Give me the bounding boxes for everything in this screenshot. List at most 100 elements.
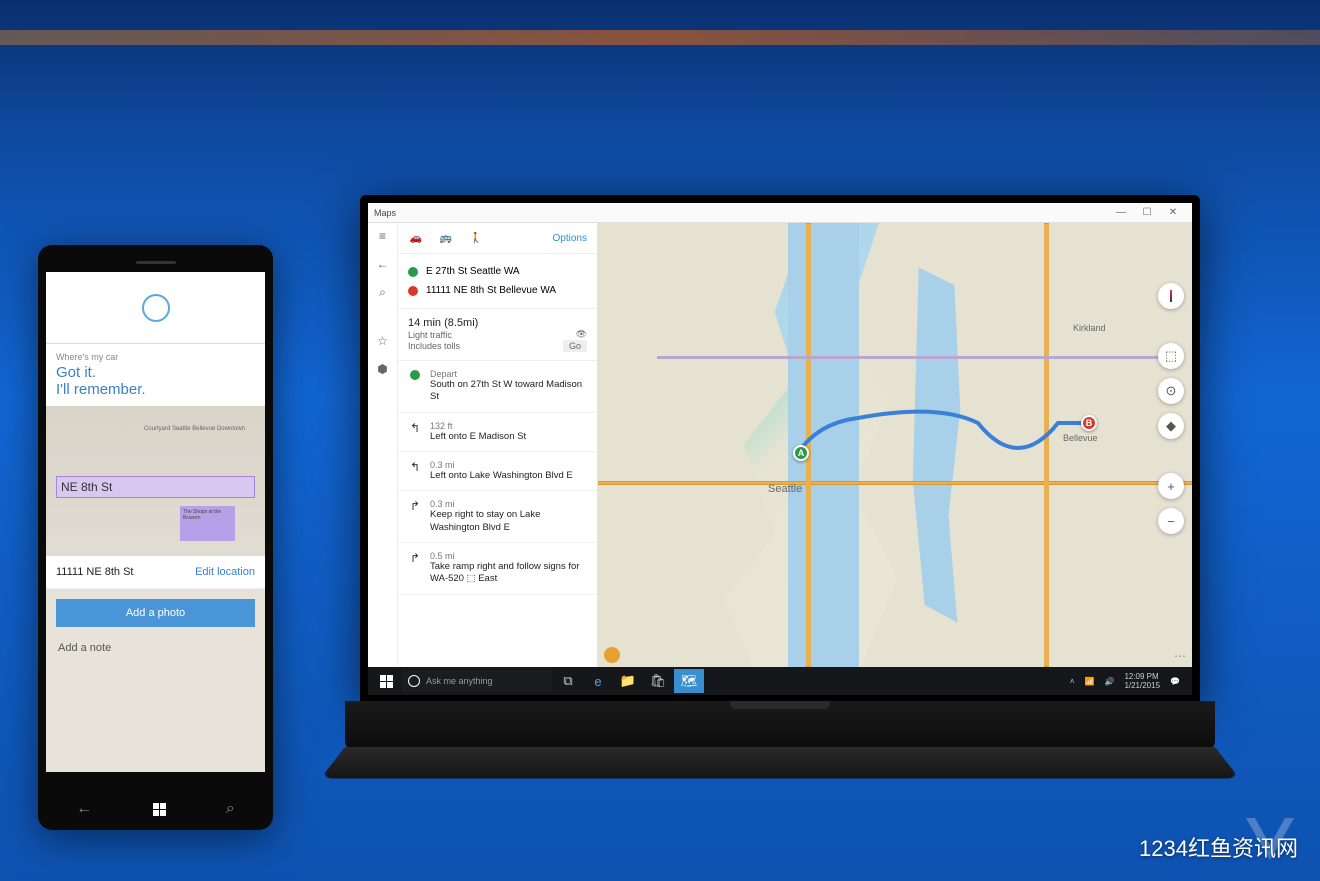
system-tray: ˄ 📶 🔊 12:09 PM 1/21/2015 💬 bbox=[1070, 672, 1188, 690]
step-distance: 132 ft bbox=[430, 421, 526, 431]
maximize-button[interactable]: ☐ bbox=[1134, 207, 1160, 218]
depart-icon bbox=[408, 369, 422, 404]
location-address: 11111 NE 8th St bbox=[56, 566, 133, 578]
from-row[interactable]: E 27th St Seattle WA bbox=[408, 262, 587, 281]
explorer-icon[interactable]: 📁 bbox=[614, 669, 642, 693]
tolls-text: Includes tolls bbox=[408, 341, 460, 351]
direction-step[interactable]: DepartSouth on 27th St W toward Madison … bbox=[398, 361, 597, 413]
favorites-icon[interactable]: ☆ bbox=[377, 334, 388, 348]
laptop-device: Maps ― ☐ ✕ ≡ ← ⌕ ☆ ⬢ 🚗 🚌 🚶 bbox=[345, 195, 1215, 807]
step-instruction: South on 27th St W toward Madison St bbox=[430, 379, 587, 404]
location-row: 11111 NE 8th St Edit location bbox=[46, 556, 265, 589]
cortana-icon bbox=[408, 675, 420, 687]
tray-volume-icon[interactable]: 🔊 bbox=[1104, 677, 1114, 686]
traffic-text: Light traffic bbox=[408, 330, 452, 340]
go-button[interactable]: Go bbox=[563, 340, 587, 352]
travel-modes: 🚗 🚌 🚶 Options bbox=[398, 223, 597, 254]
cortana-answer-2: I'll remember. bbox=[56, 381, 255, 398]
step-instruction: Left onto Lake Washington Blvd E bbox=[430, 470, 573, 482]
phone-map[interactable]: Courtyard Seattle Bellevue Downtown NE 8… bbox=[46, 406, 265, 556]
edit-location-link[interactable]: Edit location bbox=[195, 566, 255, 578]
map-style-button[interactable]: ⬚ bbox=[1158, 343, 1184, 369]
map-menu-icon[interactable]: ⋯ bbox=[1174, 649, 1186, 663]
map-pin-a[interactable]: A bbox=[793, 445, 809, 461]
add-photo-button[interactable]: Add a photo bbox=[56, 599, 255, 627]
zoom-in-button[interactable]: + bbox=[1158, 473, 1184, 499]
close-button[interactable]: ✕ bbox=[1160, 207, 1186, 218]
search-icon[interactable]: ⌕ bbox=[379, 285, 386, 300]
point-a-icon bbox=[408, 267, 418, 277]
menu-icon[interactable]: ≡ bbox=[379, 229, 386, 243]
back-icon[interactable]: ← bbox=[76, 800, 92, 818]
ie-icon[interactable]: e bbox=[584, 669, 612, 693]
map-poi-label: Courtyard Seattle Bellevue Downtown bbox=[144, 426, 245, 432]
turn-icon: ↱ bbox=[408, 499, 422, 534]
compass-icon[interactable] bbox=[1158, 283, 1184, 309]
phone-speaker bbox=[136, 261, 176, 264]
tray-network-icon[interactable]: 📶 bbox=[1085, 677, 1095, 686]
direction-step[interactable]: ↰ 132 ftLeft onto E Madison St bbox=[398, 413, 597, 452]
user-avatar-icon[interactable] bbox=[604, 647, 620, 663]
search-icon[interactable]: ⌕ bbox=[226, 800, 235, 818]
step-distance: 0.3 mi bbox=[430, 499, 587, 509]
route-endpoints: E 27th St Seattle WA 11111 NE 8th St Bel… bbox=[398, 254, 597, 309]
city-seattle: Seattle bbox=[768, 483, 802, 495]
turn-icon: ↱ bbox=[408, 551, 422, 586]
route-summary[interactable]: 14 min (8.5mi) Light traffic👁 Includes t… bbox=[398, 309, 597, 361]
from-text: E 27th St Seattle WA bbox=[426, 266, 520, 277]
cortana-header bbox=[46, 272, 265, 344]
nav-rail: ≡ ← ⌕ ☆ ⬢ bbox=[368, 223, 398, 667]
cortana-answer-1: Got it. bbox=[56, 364, 255, 381]
to-row[interactable]: 11111 NE 8th St Bellevue WA bbox=[408, 281, 587, 300]
cortana-search-box[interactable]: Ask me anything bbox=[402, 670, 552, 692]
direction-step[interactable]: ↱0.5 miTake ramp right and follow signs … bbox=[398, 543, 597, 595]
direction-step[interactable]: ↱ 0.3 miKeep right to stay on Lake Washin… bbox=[398, 491, 597, 543]
phone-screen: Where's my car Got it. I'll remember. Co… bbox=[46, 272, 265, 772]
map-pin-b[interactable]: B bbox=[1081, 415, 1097, 431]
details-icon[interactable]: 👁 bbox=[576, 329, 587, 340]
cortana-icon[interactable] bbox=[142, 294, 170, 322]
step-distance: Depart bbox=[430, 369, 587, 379]
maps-taskbar-icon[interactable]: 🗺 bbox=[674, 669, 704, 693]
window-title: Maps bbox=[374, 208, 1108, 218]
3d-icon[interactable]: ⬢ bbox=[377, 362, 387, 376]
start-button[interactable] bbox=[372, 669, 400, 693]
phone-navbar: ← ⌕ bbox=[46, 793, 265, 825]
taskbar-clock[interactable]: 12:09 PM 1/21/2015 bbox=[1124, 672, 1160, 690]
store-icon[interactable]: 🛍 bbox=[644, 669, 672, 693]
phone-poi-bubble: The Shops at the Bravern bbox=[180, 506, 235, 541]
route-line bbox=[598, 223, 1192, 667]
options-link[interactable]: Options bbox=[553, 233, 587, 244]
to-text: 11111 NE 8th St Bellevue WA bbox=[426, 285, 556, 296]
mode-walk-icon[interactable]: 🚶 bbox=[468, 231, 484, 245]
tilt-button[interactable]: ◆ bbox=[1158, 413, 1184, 439]
mode-transit-icon[interactable]: 🚌 bbox=[438, 231, 454, 245]
minimize-button[interactable]: ― bbox=[1108, 207, 1134, 218]
directions-back-icon[interactable]: ← bbox=[377, 257, 389, 271]
task-view-icon[interactable]: ⧉ bbox=[554, 669, 582, 693]
step-instruction: Left onto E Madison St bbox=[430, 431, 526, 443]
add-note-link[interactable]: Add a note bbox=[46, 637, 265, 659]
zoom-out-button[interactable]: − bbox=[1158, 508, 1184, 534]
laptop-screen: Maps ― ☐ ✕ ≡ ← ⌕ ☆ ⬢ 🚗 🚌 🚶 bbox=[360, 195, 1200, 703]
direction-step[interactable]: ↰0.3 miLeft onto Lake Washington Blvd E bbox=[398, 452, 597, 491]
turn-icon: ↰ bbox=[408, 421, 422, 443]
map-canvas[interactable]: A B Seattle Bellevue Kirkland ⬚ ⊙ ◆ + − … bbox=[598, 223, 1192, 667]
laptop-base bbox=[345, 701, 1215, 751]
phone-device: Where's my car Got it. I'll remember. Co… bbox=[38, 245, 273, 830]
action-center-icon[interactable]: 💬 bbox=[1170, 677, 1180, 686]
maps-window: Maps ― ☐ ✕ ≡ ← ⌕ ☆ ⬢ 🚗 🚌 🚶 bbox=[368, 203, 1192, 695]
step-instruction: Keep right to stay on Lake Washington Bl… bbox=[430, 509, 587, 534]
start-icon[interactable] bbox=[153, 803, 166, 816]
laptop-hinge bbox=[730, 701, 830, 709]
step-distance: 0.3 mi bbox=[430, 460, 573, 470]
laptop-keyboard-deck bbox=[321, 747, 1240, 779]
city-kirkland: Kirkland bbox=[1073, 323, 1106, 333]
tray-up-icon[interactable]: ˄ bbox=[1070, 677, 1075, 686]
phone-street-label: NE 8th St bbox=[61, 480, 112, 494]
my-location-button[interactable]: ⊙ bbox=[1158, 378, 1184, 404]
windows-taskbar: Ask me anything ⧉ e 📁 🛍 🗺 ˄ 📶 🔊 12:09 PM… bbox=[368, 667, 1192, 695]
cortana-response: Where's my car Got it. I'll remember. bbox=[46, 344, 265, 406]
city-bellevue: Bellevue bbox=[1063, 433, 1098, 443]
mode-drive-icon[interactable]: 🚗 bbox=[408, 231, 424, 245]
